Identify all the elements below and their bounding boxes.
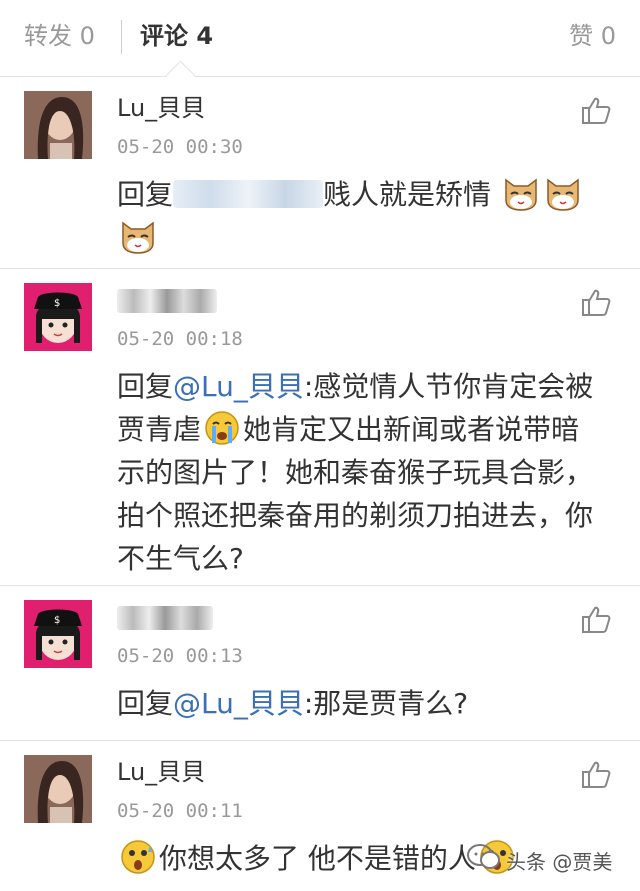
reply-prefix: 回复 (117, 687, 174, 720)
avatar[interactable] (24, 755, 92, 823)
reply-prefix: 回复 (117, 178, 174, 211)
comment-time: 05-20 00:18 (117, 328, 243, 350)
comment-item: Lu_貝貝 05-20 00:30 回复 贱人就是矫情 (0, 77, 640, 269)
comment-time: 05-20 00:11 (117, 800, 243, 822)
tab-divider (121, 20, 122, 54)
mention-link[interactable]: @Lu_貝貝 (173, 370, 304, 403)
shocked-face-icon (119, 838, 157, 876)
comment-text: 你想太多了 他不是错的人 (159, 842, 476, 875)
comment-time: 05-20 00:30 (117, 136, 243, 158)
cat-face-icon (544, 174, 582, 212)
avatar[interactable]: $ (24, 600, 92, 668)
tab-comment[interactable]: 评论 4 (140, 18, 213, 54)
thumbs-up-icon[interactable] (580, 95, 612, 127)
comment-item: $ 05-20 00:13 回复@Lu_貝貝:那是贾青么? (0, 586, 640, 741)
tab-bar: 转发 0 评论 4 赞 0 (0, 0, 640, 91)
thumbs-up-icon[interactable] (580, 604, 612, 636)
blurred-commenter-name[interactable] (117, 289, 217, 313)
comment-body: 回复@Lu_貝貝:那是贾青么? (117, 682, 604, 725)
comment-body: 回复@Lu_貝貝:感觉情人节你肯定会被贾青虐 她肯定又出新闻或者说带暗示的图片了… (117, 365, 604, 580)
mention-link[interactable]: @Lu_貝貝 (173, 687, 304, 720)
thumbs-up-icon[interactable] (580, 287, 612, 319)
commenter-name[interactable]: Lu_貝貝 (117, 93, 205, 123)
reply-prefix: 回复 (117, 370, 174, 403)
svg-text:$: $ (54, 298, 60, 309)
crying-face-icon (203, 409, 241, 447)
blurred-commenter-name[interactable] (117, 606, 213, 630)
tab-repost[interactable]: 转发 0 (24, 18, 95, 54)
comment-time: 05-20 00:13 (117, 645, 243, 667)
comment-item: $ 05-20 00:18 回复@Lu_貝貝:感觉情人节你肯定会被贾青虐 她肯定… (0, 269, 640, 586)
avatar[interactable] (24, 91, 92, 159)
watermark-icon (466, 842, 500, 872)
cat-face-icon (119, 217, 157, 255)
tab-like[interactable]: 赞 0 (569, 18, 616, 54)
commenter-name[interactable]: Lu_貝貝 (117, 757, 205, 787)
comment-text: :那是贾青么? (303, 687, 469, 720)
cat-face-icon (502, 174, 540, 212)
blurred-mention (173, 180, 324, 208)
watermark-text: 头条 @贾美 (506, 850, 613, 874)
avatar[interactable]: $ (24, 283, 92, 351)
svg-text:$: $ (54, 615, 60, 626)
comment-body: 回复 贱人就是矫情 (117, 173, 604, 259)
comment-text: 贱人就是矫情 (323, 178, 492, 211)
thumbs-up-icon[interactable] (580, 759, 612, 791)
